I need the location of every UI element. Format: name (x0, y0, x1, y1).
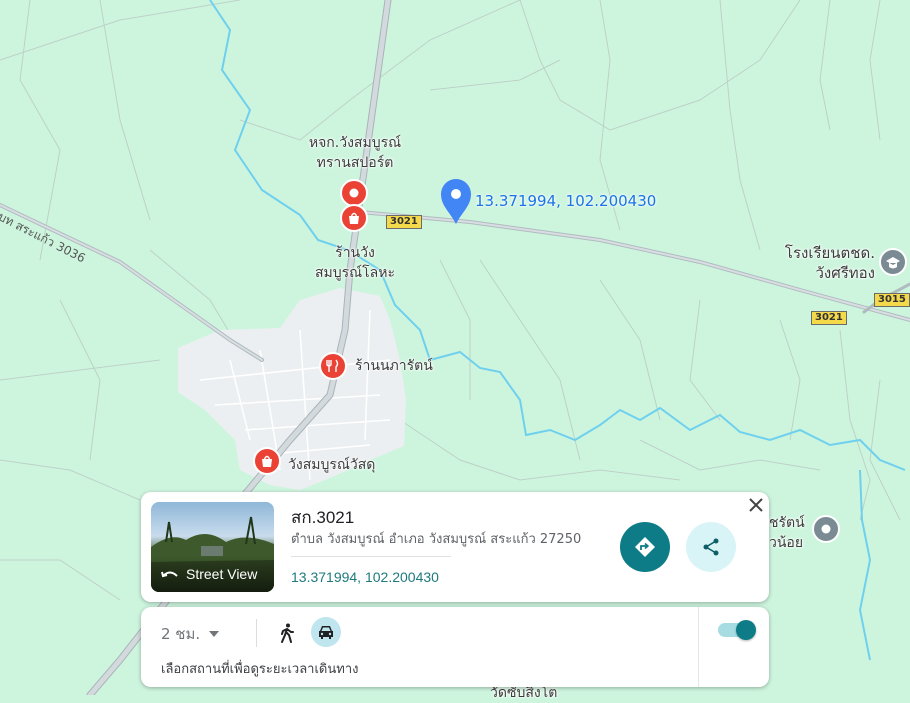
place-info-card: Street View สก.3021 ตำบล วังสมบูรณ์ อำเภ… (141, 492, 769, 602)
separator-right (698, 607, 699, 687)
street-view-button[interactable]: Street View (151, 556, 274, 592)
duration-dropdown[interactable]: 2 ชม. (161, 622, 220, 646)
walk-mode-button[interactable] (274, 620, 300, 646)
street-view-label: Street View (186, 566, 258, 582)
travel-hint: เลือกสถานที่เพื่อดูระยะเวลาเดินทาง (161, 662, 359, 677)
place-label-transport[interactable]: หจก.วังสมบูรณ์ ทรานสปอร์ต (300, 133, 410, 173)
walk-icon (281, 623, 294, 643)
car-icon (319, 626, 333, 639)
duration-value: 2 ชม. (161, 625, 201, 643)
directions-icon (635, 537, 655, 557)
directions-button[interactable] (620, 522, 670, 572)
road-shield-3015: 3015 (874, 293, 910, 307)
place-coordinates[interactable]: 13.371994, 102.200430 (291, 569, 439, 585)
drive-mode-button[interactable] (311, 617, 341, 647)
street-view-thumbnail[interactable]: Street View (151, 502, 274, 592)
road-shield-3021-east: 3021 (811, 311, 847, 325)
place-title: สก.3021 (291, 508, 355, 527)
place-label-restaurant[interactable]: ร้านนภารัตน์ (355, 356, 433, 376)
street-view-icon (161, 571, 178, 578)
card-divider (291, 556, 451, 557)
separator (256, 619, 257, 647)
close-icon (749, 498, 763, 512)
place-label-materials[interactable]: วังสมบูรณ์วัสดุ (288, 455, 375, 475)
close-button[interactable] (745, 494, 767, 516)
share-icon (703, 538, 719, 556)
chevron-down-icon (209, 631, 220, 637)
place-label-partial[interactable]: ชรัตน์ วน้อย (769, 513, 805, 553)
dropped-pin-label[interactable]: 13.371994, 102.200430 (475, 192, 656, 210)
share-button[interactable] (686, 522, 736, 572)
place-address: ตำบล วังสมบูรณ์ อำเภอ วังสมบูรณ์ สระแก้ว… (291, 532, 582, 547)
place-label-metal-shop[interactable]: ร้านวัง สมบูรณ์โลหะ (300, 243, 410, 283)
place-label-school[interactable]: โรงเรียนตชด. วังศรีทอง (760, 243, 875, 283)
travel-toggle[interactable] (718, 620, 756, 640)
toggle-knob (736, 620, 756, 640)
travel-time-bar: 2 ชม. เลือกสถานที่เพื่อดูระยะเวลาเดินทาง (141, 607, 769, 687)
road-shield-3021: 3021 (386, 215, 422, 229)
